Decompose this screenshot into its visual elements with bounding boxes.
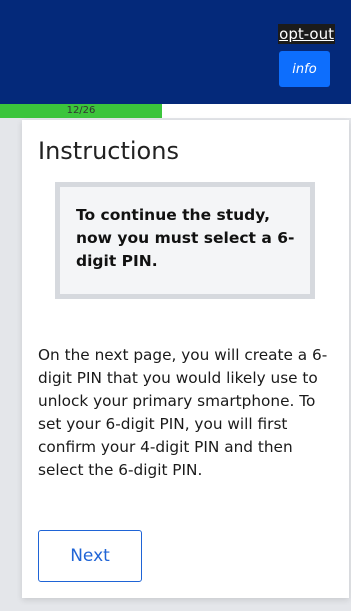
info-button[interactable]: info xyxy=(279,51,330,87)
next-button[interactable]: Next xyxy=(38,530,142,582)
progress-bar: 12/26 xyxy=(0,104,351,118)
callout-text: To continue the study, now you must sele… xyxy=(76,206,295,270)
page-title: Instructions xyxy=(38,137,179,165)
opt-out-link[interactable]: opt-out xyxy=(278,24,335,44)
instructions-text: On the next page, you will create a 6-di… xyxy=(38,346,328,479)
callout-box: To continue the study, now you must sele… xyxy=(55,182,315,299)
instructions-card: Instructions To continue the study, now … xyxy=(22,120,349,598)
progress-fill: 12/26 xyxy=(0,104,162,118)
top-header: opt-out info xyxy=(0,0,351,104)
